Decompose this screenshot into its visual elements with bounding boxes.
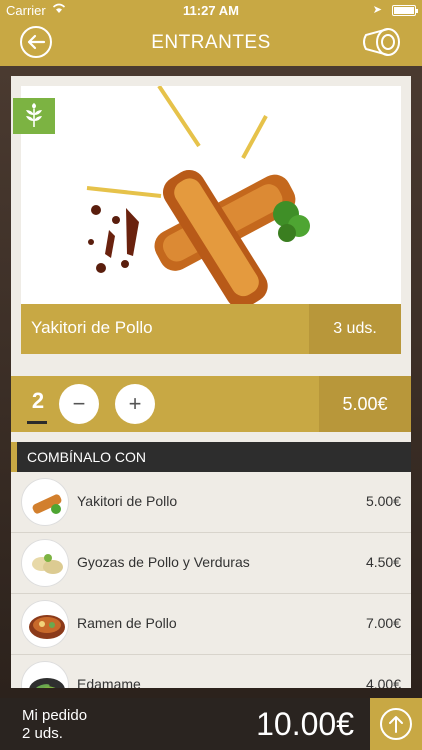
decrease-quantity-button[interactable]: − [59, 384, 99, 424]
combo-item-yakitori[interactable]: Yakitori de Pollo 5.00€ [11, 472, 411, 533]
order-label: Mi pedido [22, 707, 88, 724]
yakitori-illustration [21, 86, 401, 304]
arrow-up-icon [380, 708, 412, 740]
plus-icon: + [128, 391, 142, 416]
combo-item-edamame[interactable]: Edamame 4.00€ [11, 655, 411, 688]
combo-item-name: Edamame [77, 676, 141, 688]
line-price: 5.00€ [319, 376, 411, 432]
increase-quantity-button[interactable]: + [115, 384, 155, 424]
view-order-button[interactable] [370, 698, 422, 750]
product-image [21, 86, 401, 304]
order-footer: Mi pedido 2 uds. 10.00€ [0, 698, 422, 750]
nav-bar: ENTRANTES [0, 20, 422, 66]
minus-icon: − [72, 391, 86, 416]
quantity-value: 2 [31, 388, 45, 413]
status-time: 11:27 AM [183, 3, 239, 18]
page-title: ENTRANTES [151, 32, 271, 53]
quantity-bar: 2 − + 5.00€ [11, 376, 411, 432]
combo-item-price: 4.50€ [365, 554, 401, 570]
order-count: 2 uds. [22, 725, 63, 742]
combo-item-ramen[interactable]: Ramen de Pollo 7.00€ [11, 594, 411, 655]
combo-list: Yakitori de Pollo 5.00€ Gyozas de Pollo … [11, 472, 411, 688]
quantity-underline [27, 421, 47, 424]
product-card: Yakitori de Pollo 3 uds. 2 − + 5.00€ COM… [11, 76, 411, 688]
status-bar: Carrier 11:27 AM ➤ [0, 0, 422, 20]
combo-thumbnail [22, 479, 68, 525]
combo-thumbnail [22, 662, 68, 688]
battery-icon [392, 5, 418, 16]
product-name-bar: Yakitori de Pollo 3 uds. [21, 304, 401, 354]
combo-item-name: Yakitori de Pollo [77, 493, 178, 509]
product-units: 3 uds. [309, 304, 401, 354]
combo-item-price: 4.00€ [365, 676, 401, 688]
combo-thumbnail [22, 601, 68, 647]
vegetarian-badge [13, 98, 55, 134]
leaf-icon [26, 103, 42, 127]
order-total: 10.00€ [256, 706, 354, 742]
combo-item-name: Gyozas de Pollo y Verduras [77, 554, 250, 570]
product-name: Yakitori de Pollo [31, 318, 153, 337]
sushi-roll-icon[interactable] [360, 26, 402, 58]
combo-section-header: COMBÍNALO CON [11, 442, 411, 472]
combo-item-price: 5.00€ [365, 493, 401, 509]
combo-item-price: 7.00€ [365, 615, 401, 631]
combo-thumbnail [22, 540, 68, 586]
location-icon: ➤ [372, 4, 382, 16]
combo-item-name: Ramen de Pollo [77, 615, 177, 631]
combo-item-gyozas[interactable]: Gyozas de Pollo y Verduras 4.50€ [11, 533, 411, 594]
